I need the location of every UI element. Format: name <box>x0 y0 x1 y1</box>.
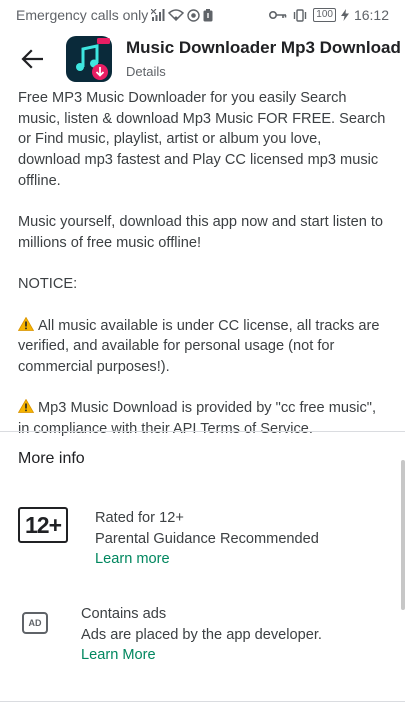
header-text: Music Downloader Mp3 Download Details <box>126 37 401 81</box>
warning-icon <box>17 316 35 331</box>
more-info-title: More info <box>18 450 85 467</box>
signal-icon <box>151 9 165 21</box>
ads-label: Contains ads <box>81 606 167 622</box>
details-header: Music Downloader Mp3 Download Details <box>0 30 405 88</box>
status-bar: Emergency calls only 100 16:12 <box>0 0 405 30</box>
license-notice-text: All music available is under CC license,… <box>18 317 380 376</box>
rating-label: Rated for 12+ <box>95 510 184 526</box>
description-text: Free MP3 Music Downloader for you easily… <box>0 88 405 440</box>
warning-icon <box>17 399 35 414</box>
description-paragraph-2: Music yourself, download this app now an… <box>18 214 384 251</box>
record-icon <box>187 8 200 22</box>
arrow-left-icon <box>21 49 43 69</box>
back-button[interactable] <box>12 39 52 79</box>
ads-learn-more-link[interactable]: Learn More <box>81 645 322 666</box>
wifi-icon <box>168 9 185 21</box>
description-paragraph-5: Mp3 Music Download is provided by "cc fr… <box>17 398 387 439</box>
clock: 16:12 <box>353 7 389 23</box>
scrollbar[interactable] <box>401 460 405 610</box>
rating-text: Rated for 12+ Parental Guidance Recommen… <box>95 508 319 570</box>
music-download-app-icon <box>66 36 112 82</box>
notice-heading: NOTICE: <box>18 276 78 293</box>
status-right: 100 16:12 <box>269 7 389 23</box>
page-subtitle: Details <box>126 64 166 79</box>
vibrate-icon <box>292 8 308 22</box>
notification-alert-icon <box>203 8 213 22</box>
rating-description: Parental Guidance Recommended <box>95 530 319 547</box>
description-paragraph-1: Free MP3 Music Downloader for you easily… <box>18 90 386 189</box>
key-icon <box>269 10 287 20</box>
age-rating-icon: 12+ <box>18 507 68 543</box>
battery-level: 100 <box>313 8 336 22</box>
description-paragraph-4: All music available is under CC license,… <box>17 316 387 378</box>
rating-learn-more-link[interactable]: Learn more <box>95 549 319 570</box>
section-divider <box>0 431 405 432</box>
charging-icon <box>340 9 349 21</box>
app-title: Music Downloader Mp3 Download <box>126 38 401 57</box>
ads-icon: AD <box>22 612 48 634</box>
bottom-divider <box>0 701 405 702</box>
status-left: Emergency calls only <box>16 7 213 23</box>
carrier-text: Emergency calls only <box>16 7 149 23</box>
description-section: Free MP3 Music Downloader for you easily… <box>0 88 405 461</box>
ads-text: Contains ads Ads are placed by the app d… <box>81 604 322 666</box>
ads-description: Ads are placed by the app developer. <box>81 626 322 643</box>
